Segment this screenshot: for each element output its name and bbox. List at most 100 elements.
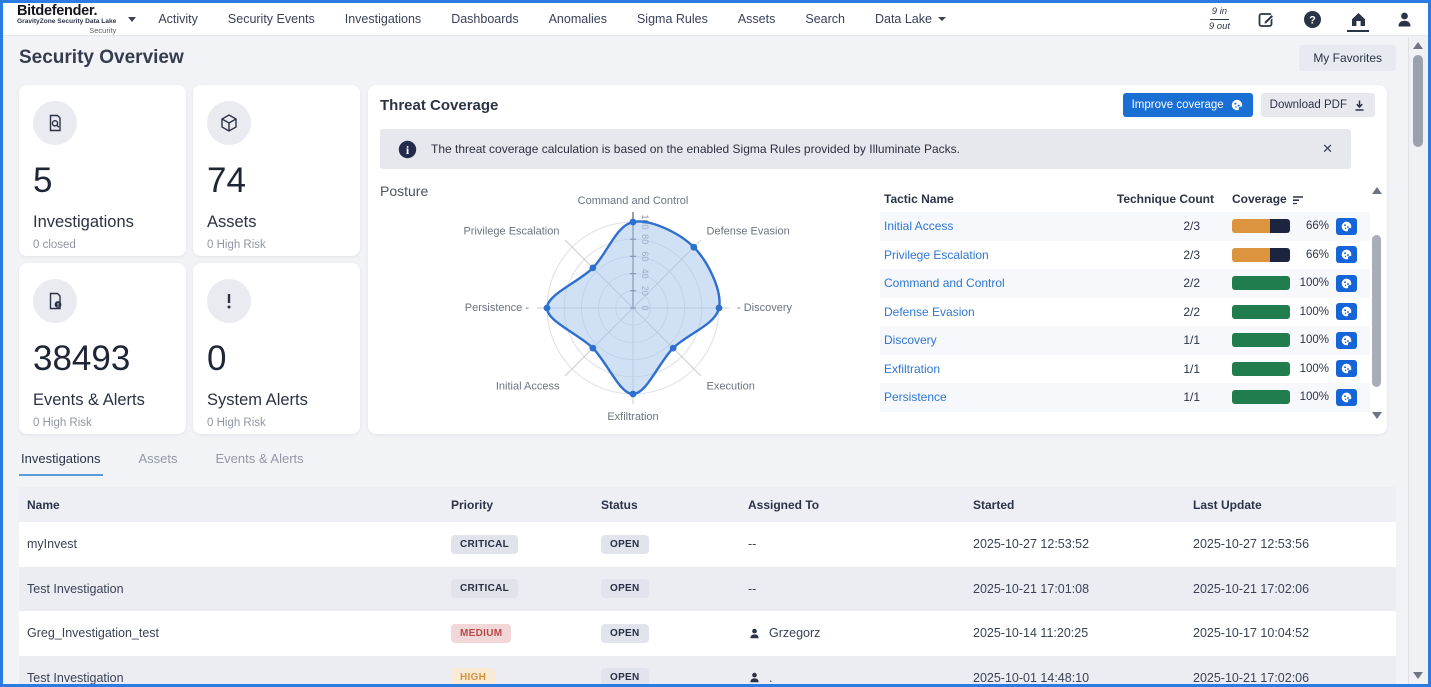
info-icon: i bbox=[398, 140, 417, 159]
coverage-percent: 100% bbox=[1297, 277, 1329, 289]
tactic-link[interactable]: Initial Access bbox=[884, 219, 1112, 233]
page-scroll-thumb[interactable] bbox=[1413, 55, 1423, 147]
inv-priority-cell: CRITICAL bbox=[443, 535, 593, 554]
page-scroll-down-icon[interactable] bbox=[1413, 672, 1423, 679]
table-row[interactable]: Greg_Investigation_testMEDIUMOPENGrzegor… bbox=[19, 611, 1396, 656]
stat-sublabel: 0 High Risk bbox=[207, 239, 346, 251]
app-window: Bitdefender. GravityZone Security Data L… bbox=[0, 0, 1431, 687]
sigma-rules-button[interactable] bbox=[1336, 303, 1357, 320]
stat-card-system-alerts[interactable]: 0System Alerts0 High Risk bbox=[193, 263, 360, 434]
investigations-table-header: NamePriorityStatusAssigned ToStartedLast… bbox=[19, 487, 1396, 522]
table-row[interactable]: myInvestCRITICALOPEN--2025-10-27 12:53:5… bbox=[19, 522, 1396, 567]
svg-text:?: ? bbox=[1309, 14, 1316, 26]
home-icon[interactable] bbox=[1348, 8, 1368, 30]
tactic-link[interactable]: Privilege Escalation bbox=[884, 248, 1112, 262]
investigations-table: NamePriorityStatusAssigned ToStartedLast… bbox=[19, 487, 1396, 684]
banner-close-icon[interactable]: ✕ bbox=[1322, 141, 1333, 157]
table-row[interactable]: Test InvestigationCRITICALOPEN--2025-10-… bbox=[19, 567, 1396, 612]
stat-card-investigations[interactable]: 5Investigations0 closed bbox=[19, 85, 186, 256]
coverage-cell: 100% bbox=[1214, 275, 1366, 292]
tactic-table: Tactic Name Technique Count Coverage Ini… bbox=[880, 189, 1370, 412]
sigma-rules-button[interactable] bbox=[1336, 246, 1357, 263]
tactic-row: Persistence1/1100% bbox=[880, 383, 1370, 412]
exclamation-icon bbox=[207, 279, 251, 323]
nav-item-anomalies[interactable]: Anomalies bbox=[549, 12, 607, 26]
compose-icon[interactable] bbox=[1256, 8, 1276, 30]
nav-item-activity[interactable]: Activity bbox=[158, 12, 198, 26]
panel-scroll-thumb[interactable] bbox=[1372, 235, 1381, 387]
sort-icon[interactable] bbox=[1292, 194, 1304, 205]
stat-card-assets[interactable]: 74Assets0 High Risk bbox=[193, 85, 360, 256]
tactic-link[interactable]: Command and Control bbox=[884, 276, 1112, 290]
status-badge: OPEN bbox=[601, 579, 649, 598]
sigma-rules-button[interactable] bbox=[1336, 360, 1357, 377]
page-title: Security Overview bbox=[19, 47, 184, 69]
stat-card-events-alerts[interactable]: !38493Events & Alerts0 High Risk bbox=[19, 263, 186, 434]
sigma-rules-button[interactable] bbox=[1336, 332, 1357, 349]
my-favorites-button[interactable]: My Favorites bbox=[1299, 45, 1396, 71]
radar-axis-label: Privilege Escalation bbox=[463, 225, 559, 237]
nav-item-search[interactable]: Search bbox=[805, 12, 845, 26]
tactic-link[interactable]: Discovery bbox=[884, 333, 1112, 347]
bitdefender-logo[interactable]: Bitdefender. GravityZone Security Data L… bbox=[17, 4, 116, 35]
technique-count: 2/3 bbox=[1112, 219, 1214, 233]
panel-scroll-up-icon[interactable] bbox=[1372, 187, 1382, 194]
inv-started: 2025-10-14 11:20:25 bbox=[965, 626, 1185, 640]
inv-status-cell: OPEN bbox=[593, 624, 740, 643]
svg-text:!: ! bbox=[57, 303, 59, 309]
coverage-bar-fill bbox=[1232, 362, 1290, 376]
status-badge: OPEN bbox=[601, 624, 649, 643]
tab-assets[interactable]: Assets bbox=[137, 445, 180, 476]
tab-events-alerts[interactable]: Events & Alerts bbox=[214, 445, 306, 476]
coverage-cell: 100% bbox=[1214, 332, 1366, 349]
page-scroll-up-icon[interactable] bbox=[1413, 42, 1423, 49]
tactic-row: Command and Control2/2100% bbox=[880, 269, 1370, 298]
coverage-cell: 66% bbox=[1214, 218, 1366, 235]
nav-item-assets[interactable]: Assets bbox=[738, 12, 776, 26]
panel-scroll-down-icon[interactable] bbox=[1372, 412, 1382, 419]
main-nav: Activity Security Events Investigations Das… bbox=[158, 12, 946, 26]
table-row[interactable]: Test InvestigationHIGHOPEN.2025-10-01 14… bbox=[19, 656, 1396, 685]
improve-coverage-label: Improve coverage bbox=[1132, 99, 1224, 111]
inv-assigned-cell: . bbox=[740, 671, 965, 684]
sigma-rules-button[interactable] bbox=[1336, 218, 1357, 235]
nav-item-sigma-rules[interactable]: Sigma Rules bbox=[637, 12, 708, 26]
inv-col-name: Name bbox=[19, 498, 443, 512]
tactic-link[interactable]: Defense Evasion bbox=[884, 305, 1112, 319]
product-switcher-caret-icon[interactable] bbox=[128, 17, 136, 22]
inv-col-status: Status bbox=[593, 498, 740, 512]
tactic-link[interactable]: Exfiltration bbox=[884, 362, 1112, 376]
throughput-in: 9 in bbox=[1210, 6, 1229, 20]
inv-name: Test Investigation bbox=[19, 582, 443, 596]
assigned-name: Grzegorz bbox=[769, 626, 820, 640]
coverage-percent: 100% bbox=[1297, 391, 1329, 403]
tactic-table-header: Tactic Name Technique Count Coverage bbox=[880, 189, 1370, 212]
technique-count: 2/2 bbox=[1112, 305, 1214, 319]
inv-assigned-cell: Grzegorz bbox=[740, 626, 965, 640]
overview-tabs: Investigations Assets Events & Alerts bbox=[19, 445, 306, 476]
help-icon[interactable]: ? bbox=[1302, 8, 1322, 30]
tab-investigations[interactable]: Investigations bbox=[19, 445, 103, 476]
download-pdf-button[interactable]: Download PDF bbox=[1261, 93, 1375, 117]
sigma-rules-button[interactable] bbox=[1336, 389, 1357, 406]
technique-count: 1/1 bbox=[1112, 333, 1214, 347]
tactic-link[interactable]: Persistence bbox=[884, 390, 1112, 404]
nav-item-dashboards[interactable]: Dashboards bbox=[451, 12, 518, 26]
improve-coverage-button[interactable]: Improve coverage bbox=[1123, 93, 1253, 117]
tactic-row: Defense Evasion2/2100% bbox=[880, 298, 1370, 327]
user-icon[interactable] bbox=[1394, 8, 1414, 30]
nav-item-investigations[interactable]: Investigations bbox=[345, 12, 421, 26]
panel-scrollbar bbox=[1371, 187, 1383, 419]
nav-item-security-events[interactable]: Security Events bbox=[228, 12, 315, 26]
threat-coverage-title: Threat Coverage bbox=[380, 97, 498, 114]
coverage-cell: 66% bbox=[1214, 246, 1366, 263]
info-banner-text: The threat coverage calculation is based… bbox=[431, 142, 1308, 156]
logo-brand: Bitdefender. bbox=[17, 4, 116, 19]
threat-coverage-actions: Improve coverage Download PDF bbox=[1123, 93, 1375, 117]
data-throughput-indicator[interactable]: 9 in 9 out bbox=[1209, 6, 1230, 33]
coverage-bar bbox=[1232, 248, 1290, 262]
tactic-row: Privilege Escalation2/366% bbox=[880, 241, 1370, 270]
download-pdf-label: Download PDF bbox=[1270, 99, 1347, 111]
sigma-rules-button[interactable] bbox=[1336, 275, 1357, 292]
nav-item-data-lake-dropdown[interactable]: Data Lake bbox=[875, 12, 946, 26]
